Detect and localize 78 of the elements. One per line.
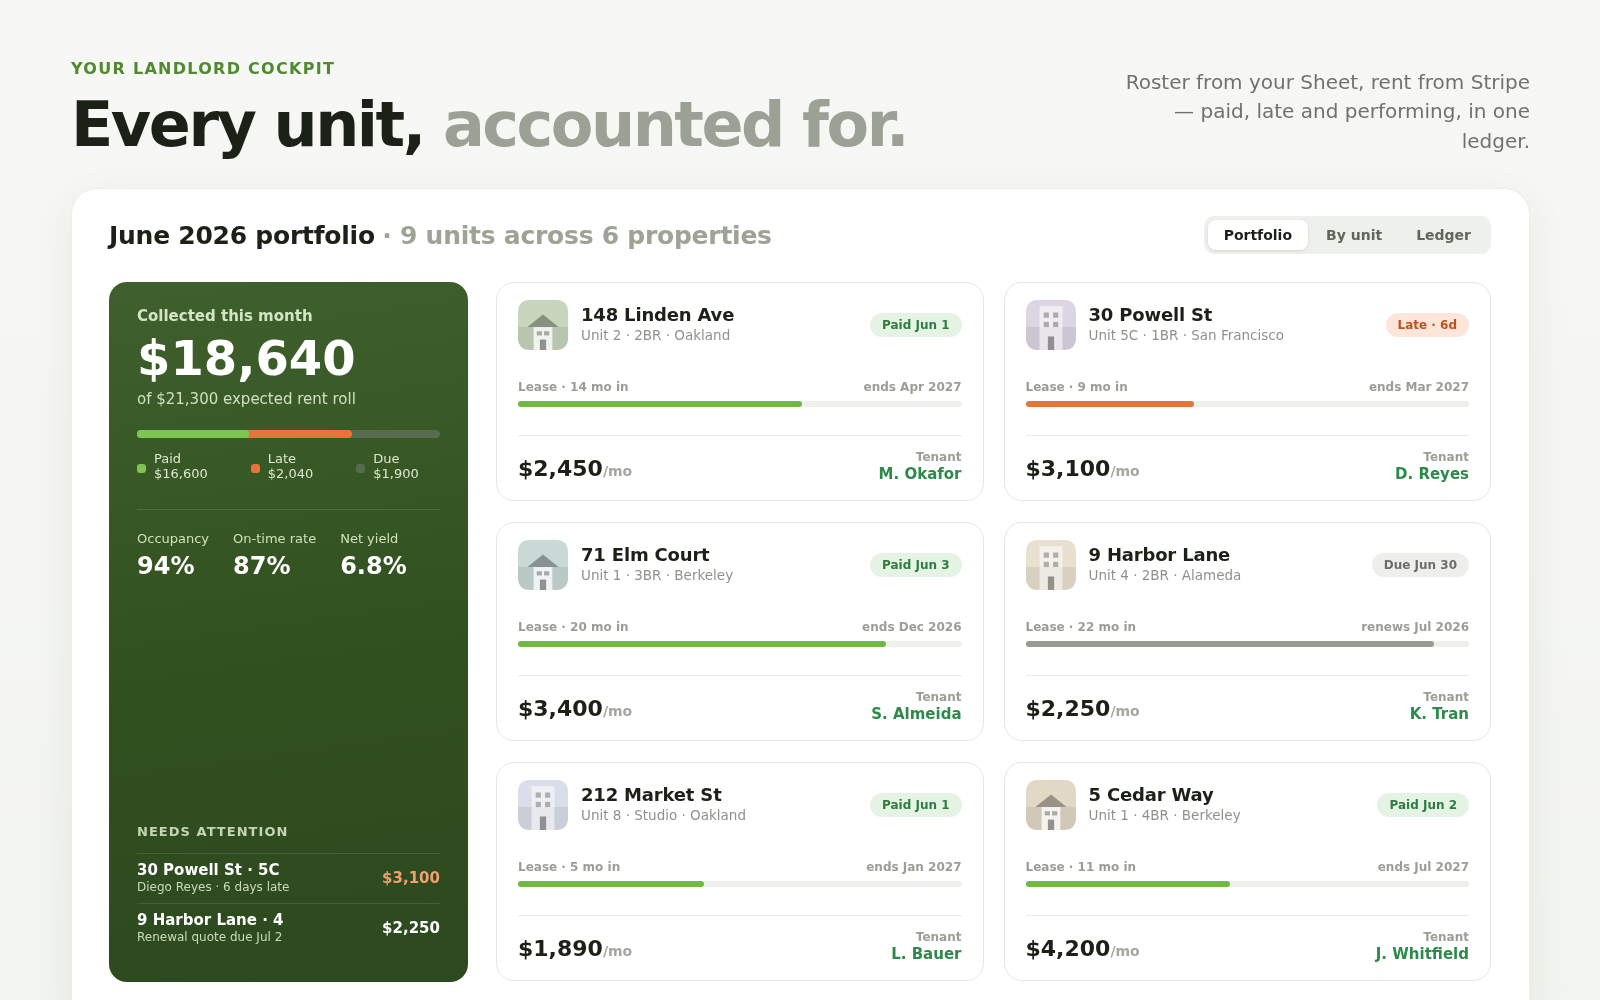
tenant-label: Tenant	[914, 450, 962, 465]
legend-label: Paid	[154, 451, 183, 466]
unit-details: Unit 5C · 1BR · San Francisco	[1088, 326, 1285, 344]
tenant-name: M. Okafor	[878, 465, 962, 484]
rent-amount: $3,400/mo	[518, 696, 633, 723]
rent-amount: $3,100/mo	[1025, 456, 1140, 483]
intro-text: Roster from your Sheet, rent from Stripe — paid, late and performing, in one ledger.	[1124, 68, 1530, 155]
attention-title: 9 Harbor Lane · 4	[137, 911, 284, 929]
lease-label: Lease · 14 mo in	[518, 380, 629, 394]
lease-term: ends Jan 2027	[866, 860, 962, 874]
expected-note: of $21,300 expected rent roll	[137, 389, 357, 409]
attention-detail: Renewal quote due Jul 2	[137, 929, 284, 945]
status-badge: Paid Jun 3	[869, 553, 962, 577]
lease-term: ends Dec 2026	[862, 620, 962, 634]
lease-term: ends Mar 2027	[1368, 380, 1469, 394]
lease-term: ends Apr 2027	[863, 380, 962, 394]
legend-amount: $16,600	[154, 466, 208, 481]
tenant-name: J. Whitfield	[1375, 945, 1469, 964]
property-name: 30 Powell St	[1088, 304, 1214, 326]
eyebrow-label: YOUR LANDLORD COCKPIT	[71, 59, 337, 79]
stat-label: On-time rate	[233, 531, 317, 547]
tenant-label: Tenant	[914, 930, 962, 945]
rent-amount: $2,450/mo	[518, 456, 633, 483]
property-name: 148 Linden Ave	[581, 304, 736, 326]
tenant-label: Tenant	[914, 690, 962, 705]
tenant-name: D. Reyes	[1395, 465, 1469, 484]
headline: Every unit, accounted for.	[71, 89, 907, 161]
status-badge: Due Jun 30	[1371, 553, 1469, 577]
lease-label: Lease · 9 mo in	[1025, 380, 1128, 394]
collected-amount: $18,640	[137, 330, 357, 386]
property-name: 212 Market St	[581, 784, 723, 806]
status-badge: Paid Jun 1	[869, 793, 962, 817]
portfolio-title: June 2026 portfolio	[109, 220, 375, 250]
stat-value: 6.8%	[340, 552, 407, 580]
legend-label: Late	[267, 451, 298, 466]
attention-amount: $2,250	[382, 919, 440, 937]
lease-label: Lease · 11 mo in	[1025, 860, 1137, 874]
status-badge: Paid Jun 1	[869, 313, 962, 337]
legend-amount: $2,040	[267, 466, 314, 481]
tenant-label: Tenant	[1422, 450, 1469, 465]
property-name: 9 Harbor Lane	[1088, 544, 1232, 566]
attention-detail: Diego Reyes · 6 days late	[137, 879, 290, 895]
unit-details: Unit 8 · Studio · Oakland	[581, 806, 747, 824]
property-name: 71 Elm Court	[581, 544, 711, 566]
legend-label: Due	[373, 451, 401, 466]
stat-value: 94%	[137, 552, 196, 580]
unit-details: Unit 4 · 2BR · Alameda	[1088, 566, 1243, 584]
attention-title: 30 Powell St · 5C	[137, 861, 281, 879]
tenant-label: Tenant	[1422, 690, 1469, 705]
lease-label: Lease · 5 mo in	[518, 860, 621, 874]
attention-heading: NEEDS ATTENTION	[137, 824, 290, 840]
property-name: 5 Cedar Way	[1088, 784, 1215, 806]
rent-amount: $1,890/mo	[518, 936, 633, 963]
lease-term: ends Jul 2027	[1377, 860, 1469, 874]
legend-amount: $1,900	[373, 466, 419, 481]
attention-amount: $3,100	[382, 869, 440, 887]
lease-label: Lease · 22 mo in	[1025, 620, 1137, 634]
collection-label: Collected this month	[137, 306, 314, 326]
stat-label: Net yield	[340, 531, 400, 547]
tenant-label: Tenant	[1422, 930, 1469, 945]
rent-amount: $4,200/mo	[1025, 936, 1140, 963]
unit-details: Unit 2 · 2BR · Oakland	[581, 326, 732, 344]
status-badge: Paid Jun 2	[1377, 793, 1469, 817]
tenant-name: S. Almeida	[871, 705, 962, 724]
stat-label: Occupancy	[137, 531, 210, 547]
status-badge: Late · 6d	[1385, 313, 1469, 337]
view-tab[interactable]: Ledger	[1400, 220, 1487, 250]
tenant-name: K. Tran	[1409, 705, 1469, 724]
unit-details: Unit 1 · 4BR · Berkeley	[1088, 806, 1242, 824]
tenant-name: L. Bauer	[891, 945, 962, 964]
unit-details: Unit 1 · 3BR · Berkeley	[581, 566, 735, 584]
rent-amount: $2,250/mo	[1025, 696, 1140, 723]
lease-term: renews Jul 2026	[1361, 620, 1469, 634]
stat-value: 87%	[233, 552, 292, 580]
view-tab[interactable]: Portfolio	[1207, 220, 1309, 250]
portfolio-summary: · 9 units across 6 properties	[382, 220, 772, 250]
lease-label: Lease · 20 mo in	[518, 620, 629, 634]
view-tab[interactable]: By unit	[1310, 220, 1399, 250]
